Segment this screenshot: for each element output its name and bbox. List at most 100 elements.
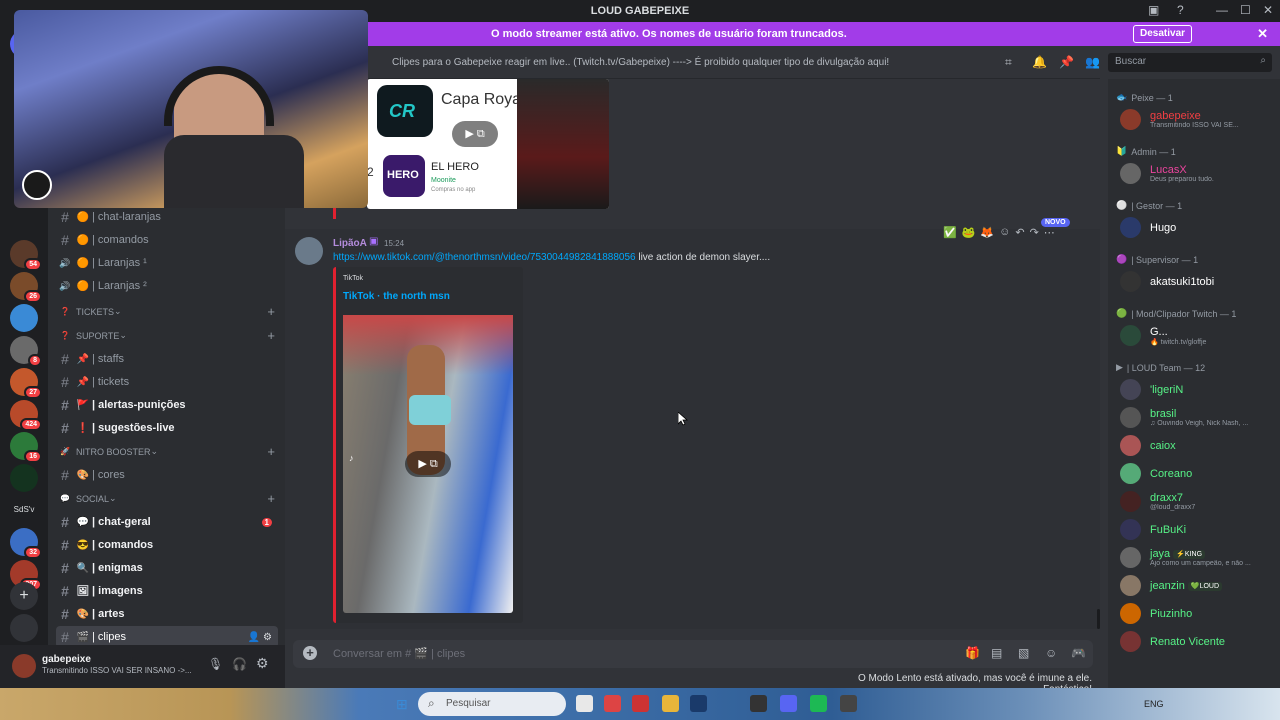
channel-topic[interactable]: Clipes para o Gabepeixe reagir em live..…: [392, 57, 889, 68]
member-item[interactable]: jeanzin 💚LOUD: [1120, 574, 1278, 600]
app-icon[interactable]: [632, 695, 649, 712]
channel-item[interactable]: # 📌 | staffs: [56, 348, 278, 370]
member-item[interactable]: gabepeixe Transmitindo ISSO VAI SE...: [1120, 108, 1278, 134]
server-icon[interactable]: SdS'v: [10, 496, 38, 524]
video-thumbnail[interactable]: ▶ ⧉ ♪: [343, 315, 513, 613]
maximize-button[interactable]: ☐: [1240, 3, 1251, 17]
create-channel-icon[interactable]: +: [267, 304, 275, 319]
member-item[interactable]: Piuzinho: [1120, 602, 1278, 628]
channel-category[interactable]: 🚀 NITRO BOOSTER ⌄ +: [60, 444, 275, 459]
server-icon[interactable]: 54: [10, 240, 42, 271]
language-indicator[interactable]: ENG: [1144, 699, 1164, 709]
server-icon[interactable]: 26: [10, 272, 42, 303]
server-icon[interactable]: 8: [10, 336, 42, 367]
play-icon[interactable]: ▶ ⧉: [452, 121, 498, 147]
channel-item[interactable]: # 🎨 | artes: [56, 603, 278, 625]
message-composer[interactable]: + Conversar em # 🎬 | clipes 🎁 ▤ ▧ ☺ 🎮: [293, 640, 1093, 668]
emoji-picker-icon[interactable]: ☺: [1045, 646, 1057, 660]
help-icon[interactable]: ?: [1177, 3, 1184, 17]
channel-item[interactable]: # 💬 | chat-geral 1: [56, 511, 278, 533]
embed-title[interactable]: TikTok · the north msn: [343, 291, 450, 302]
steam-icon[interactable]: [690, 695, 707, 712]
message-link[interactable]: https://www.tiktok.com/@thenorthmsn/vide…: [333, 252, 636, 263]
member-item[interactable]: FuBuKi: [1120, 518, 1278, 544]
avatar[interactable]: [12, 654, 36, 678]
server-icon[interactable]: [10, 464, 38, 492]
channel-item[interactable]: # 😎 | comandos: [56, 534, 278, 556]
more-options-icon[interactable]: ⋯: [1044, 226, 1055, 244]
member-item[interactable]: Coreano: [1120, 462, 1278, 488]
obs-icon[interactable]: [750, 695, 767, 712]
channel-item[interactable]: # 🎨 | cores: [56, 464, 278, 486]
sticker-icon[interactable]: ▧: [1018, 646, 1029, 660]
member-item[interactable]: Renato Vicente: [1120, 630, 1278, 656]
member-item[interactable]: Hugo: [1120, 216, 1278, 242]
channel-item[interactable]: # 🔍 | enigmas: [56, 557, 278, 579]
discord-icon[interactable]: [780, 695, 797, 712]
member-item[interactable]: LucasX Deus preparou tudo.: [1120, 162, 1278, 188]
inbox-icon[interactable]: ▣: [1148, 3, 1159, 17]
create-channel-icon[interactable]: +: [267, 491, 275, 506]
channel-settings-icon[interactable]: 👤 ⚙: [248, 632, 272, 643]
close-banner-icon[interactable]: ✕: [1257, 26, 1268, 42]
app-icon-2[interactable]: [840, 695, 857, 712]
channel-item[interactable]: # 🟠 | chat-laranjas: [56, 206, 278, 228]
settings-gear-icon[interactable]: ⚙: [256, 655, 269, 672]
add-server-icon[interactable]: +: [10, 582, 38, 610]
microphone-icon[interactable]: 🎙: [208, 657, 223, 671]
reply-icon[interactable]: ↶: [1015, 226, 1024, 244]
apps-icon[interactable]: 🎮: [1071, 646, 1086, 660]
channel-category[interactable]: ❓ SUPORTE ⌄ +: [60, 328, 275, 343]
chrome-icon[interactable]: [604, 695, 621, 712]
author-avatar[interactable]: [295, 237, 323, 265]
channel-item[interactable]: # 🟠 | comandos: [56, 229, 278, 251]
task-view-icon[interactable]: [576, 695, 593, 712]
channel-item[interactable]: # 🖼 | imagens: [56, 580, 278, 602]
channel-item[interactable]: # 📌 | tickets: [56, 371, 278, 393]
member-item[interactable]: akatsuki1tobi: [1120, 270, 1278, 296]
member-list-icon[interactable]: 👥: [1085, 55, 1100, 69]
search-input[interactable]: Buscar ⌕: [1108, 53, 1272, 72]
member-item[interactable]: G... 🔥 twitch.tv/gloffje: [1120, 324, 1278, 350]
notification-bell-icon[interactable]: 🔔: [1032, 55, 1047, 69]
gif-icon[interactable]: ▤: [991, 646, 1002, 660]
frog-reaction-icon[interactable]: 🐸: [962, 226, 976, 244]
member-item[interactable]: draxx7 @loud_draxx7: [1120, 490, 1278, 516]
channel-item[interactable]: # ❗ | sugestões-live: [56, 417, 278, 439]
taskbar-search[interactable]: ⌕ Pesquisar: [418, 692, 566, 716]
server-icon[interactable]: 16: [10, 432, 42, 463]
close-window-button[interactable]: ✕: [1263, 3, 1273, 17]
channel-item[interactable]: 🔊 🟠 | Laranjas ²: [56, 275, 278, 297]
channel-item[interactable]: # 🚩 | alertas-punições: [56, 394, 278, 416]
threads-icon[interactable]: ⌗: [1005, 55, 1012, 70]
file-explorer-icon[interactable]: [662, 695, 679, 712]
server-icon[interactable]: 424: [10, 400, 42, 431]
check-reaction-icon[interactable]: ✅: [943, 226, 957, 244]
channel-category[interactable]: 💬 SOCIAL ⌄ +: [60, 491, 275, 506]
embed-image[interactable]: CR Capa Royale 2 HERO EL HERO Moonite Co…: [367, 79, 609, 209]
headphones-icon[interactable]: 🎧: [232, 657, 247, 671]
author-name[interactable]: LipãoA: [333, 238, 367, 249]
gift-icon[interactable]: 🎁: [965, 646, 980, 660]
minimize-button[interactable]: —: [1216, 3, 1228, 17]
add-attachment-icon[interactable]: +: [303, 646, 317, 660]
member-item[interactable]: caiox: [1120, 434, 1278, 460]
discover-icon[interactable]: [10, 614, 38, 642]
server-icon[interactable]: 27: [10, 368, 42, 399]
video-play-icon[interactable]: ▶ ⧉: [405, 451, 451, 477]
create-channel-icon[interactable]: +: [267, 444, 275, 459]
windows-start-icon[interactable]: ⊞: [396, 696, 408, 713]
emoji-reaction-icon[interactable]: 🦊: [980, 226, 994, 244]
chat-scrollbar[interactable]: [1097, 609, 1100, 629]
member-item[interactable]: 'ligeriN: [1120, 378, 1278, 404]
channel-item[interactable]: 🔊 🟠 | Laranjas ¹: [56, 252, 278, 274]
forward-icon[interactable]: ↷: [1030, 226, 1039, 244]
server-icon[interactable]: 32: [10, 528, 42, 559]
spotify-icon[interactable]: [810, 695, 827, 712]
server-icon[interactable]: [10, 304, 38, 332]
disable-streamer-button[interactable]: Desativar: [1133, 25, 1193, 43]
member-item[interactable]: brasil ♫ Ouvindo Veigh, Nick Nash, ...: [1120, 406, 1278, 432]
pin-icon[interactable]: 📌: [1059, 55, 1074, 69]
create-channel-icon[interactable]: +: [267, 328, 275, 343]
channel-category[interactable]: ❓ TICKETS ⌄ +: [60, 304, 275, 319]
